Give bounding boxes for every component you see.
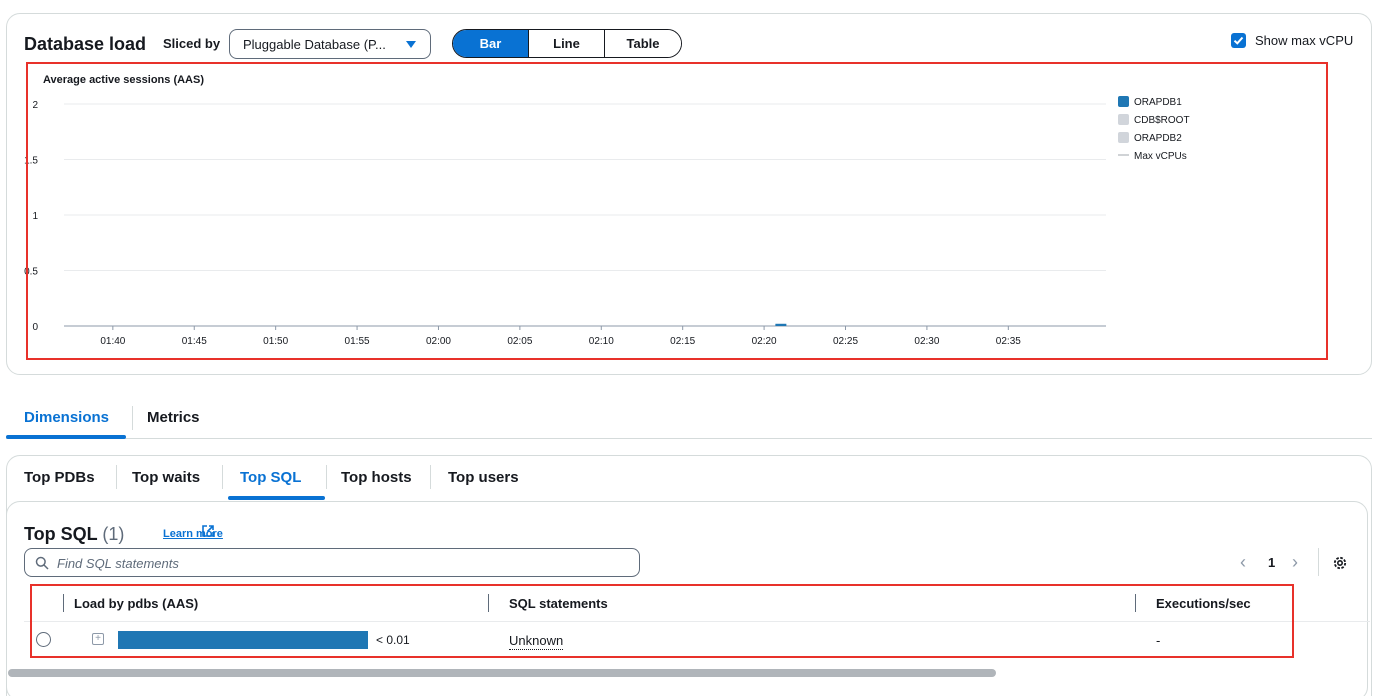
tab-divider (116, 465, 117, 489)
database-load-chart: Average active sessions (AAS) 21.510.50 … (24, 74, 1190, 347)
x-tick-label: 02:25 (833, 336, 858, 347)
x-tick-label: 02:30 (914, 336, 939, 347)
column-header-sql[interactable]: SQL statements (509, 596, 608, 611)
load-value: < 0.01 (376, 633, 410, 647)
search-icon (35, 556, 49, 570)
x-tick-label: 01:55 (345, 336, 370, 347)
executions-value: - (1156, 633, 1161, 648)
y-tick-label: 1.5 (24, 156, 38, 167)
load-bar-track (118, 631, 368, 649)
column-header-executions[interactable]: Executions/sec (1156, 596, 1251, 611)
column-divider (488, 594, 489, 612)
active-subtab-indicator (228, 496, 325, 500)
legend-swatch (1118, 96, 1129, 107)
tab-top-pdbs[interactable]: Top PDBs (24, 469, 95, 486)
chart-y-axis-label: Average active sessions (AAS) (43, 74, 204, 86)
gear-icon[interactable] (1332, 555, 1348, 571)
x-tick-label: 02:05 (507, 336, 532, 347)
x-tick-label: 02:00 (426, 336, 451, 347)
tab-top-sql[interactable]: Top SQL (240, 469, 301, 486)
y-tick-label: 0 (32, 322, 38, 333)
x-tick-label: 02:35 (996, 336, 1021, 347)
x-tick-label: 02:10 (589, 336, 614, 347)
top-sql-title-text: Top SQL (24, 524, 98, 544)
tab-divider (326, 465, 327, 489)
column-header-load[interactable]: Load by pdbs (AAS) (74, 596, 198, 611)
x-tick-label: 01:40 (100, 336, 125, 347)
legend-label[interactable]: ORAPDB1 (1134, 97, 1182, 108)
page-number-button[interactable]: 1 (1268, 555, 1275, 570)
column-divider (1135, 594, 1136, 612)
tab-metrics[interactable]: Metrics (147, 409, 200, 426)
x-tick-label: 01:50 (263, 336, 288, 347)
row-select-radio[interactable] (36, 632, 51, 647)
load-bar (118, 631, 368, 649)
legend-label[interactable]: Max vCPUs (1134, 151, 1187, 162)
tab-divider (222, 465, 223, 489)
dimension-tabs: Top PDBs Top waits Top SQL Top hosts Top… (6, 455, 1372, 501)
y-tick-label: 1 (32, 211, 38, 222)
y-tick-label: 0.5 (24, 267, 38, 278)
sql-statement-link[interactable]: Unknown (509, 633, 564, 650)
legend-label[interactable]: CDB$ROOT (1134, 115, 1190, 126)
expand-row-icon[interactable]: + (92, 633, 104, 645)
column-divider (63, 594, 64, 612)
tab-top-waits[interactable]: Top waits (132, 469, 200, 486)
next-page-button[interactable]: › (1292, 552, 1298, 573)
x-tick-label: 02:20 (752, 336, 777, 347)
legend-label[interactable]: ORAPDB2 (1134, 133, 1182, 144)
main-tabs: Dimensions Metrics (6, 398, 1372, 439)
external-link-icon[interactable] (201, 524, 215, 538)
tab-divider (132, 406, 133, 430)
tab-top-users[interactable]: Top users (448, 469, 519, 486)
table-row-divider (24, 621, 1370, 622)
active-tab-indicator (6, 435, 126, 439)
sql-search-box (24, 548, 640, 577)
x-tick-label: 01:45 (182, 336, 207, 347)
scrollbar-thumb[interactable] (8, 669, 996, 677)
y-tick-label: 2 (32, 100, 38, 111)
legend-swatch (1118, 114, 1129, 125)
tab-top-hosts[interactable]: Top hosts (341, 469, 412, 486)
pager-divider (1318, 548, 1319, 576)
top-sql-title: Top SQL (1) (24, 524, 124, 545)
x-tick-label: 02:15 (670, 336, 695, 347)
previous-page-button[interactable]: ‹ (1240, 552, 1246, 573)
chart-bar[interactable] (775, 323, 787, 326)
sql-search-input[interactable] (57, 554, 627, 572)
tab-dimensions[interactable]: Dimensions (24, 409, 109, 426)
top-sql-count: (1) (102, 524, 125, 544)
legend-swatch (1118, 132, 1129, 143)
tab-divider (430, 465, 431, 489)
